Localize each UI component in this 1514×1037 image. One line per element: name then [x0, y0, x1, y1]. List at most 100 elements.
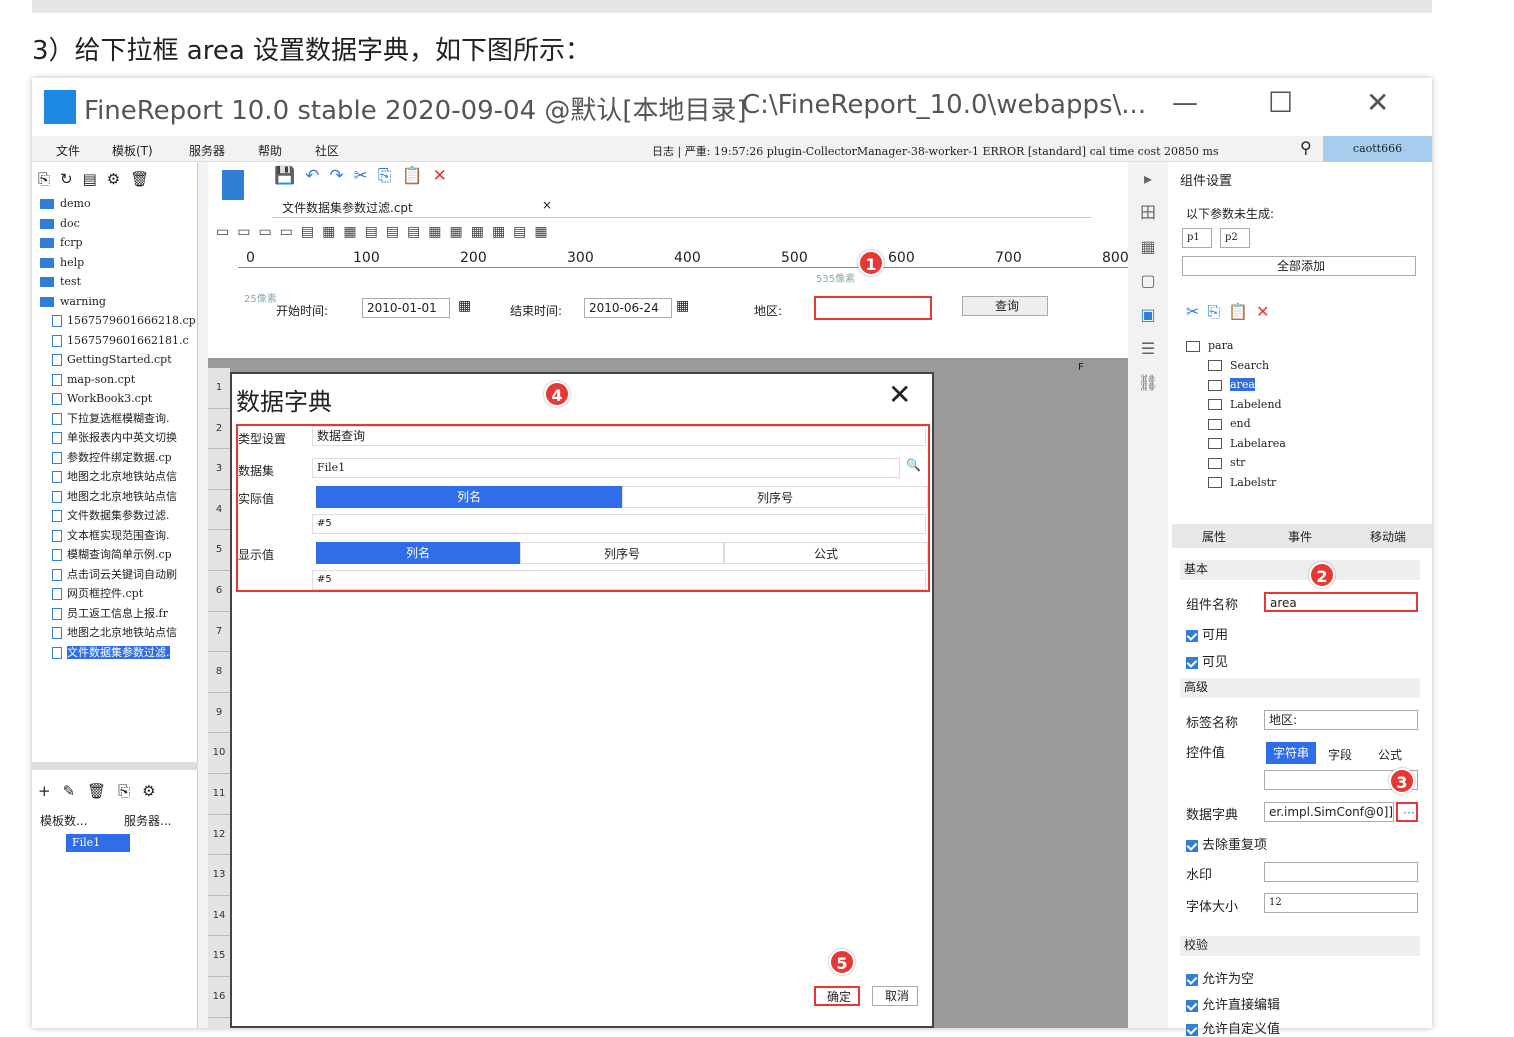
tree-item[interactable]: 1567579601666218.cp	[32, 311, 198, 331]
tree-item[interactable]: fcrp	[32, 233, 198, 253]
calendar-icon[interactable]: ▦	[458, 298, 471, 314]
user-name[interactable]: caott666	[1323, 136, 1432, 162]
tree-item[interactable]: map-son.cpt	[32, 370, 198, 390]
row-header[interactable]: 13	[208, 855, 230, 896]
tree-item[interactable]: help	[32, 253, 198, 273]
widget-tree-item[interactable]: Labelarea	[1186, 434, 1286, 454]
tree-toolbar[interactable]: ⎘↻▤⚙🗑	[38, 170, 159, 188]
tree-item[interactable]: GettingStarted.cpt	[32, 350, 198, 370]
search-icon[interactable]: ⚲	[1300, 138, 1312, 157]
tree-item[interactable]: 单张报表内中英文切换	[32, 428, 198, 448]
tree-item[interactable]: 地图之北京地铁站点信	[32, 467, 198, 487]
tree-item[interactable]: test	[32, 272, 198, 292]
tree-item[interactable]: 文件数据集参数过滤.	[32, 506, 198, 526]
row-header[interactable]: 12	[208, 815, 230, 856]
dedup-checkbox[interactable]: 去除重复项	[1186, 834, 1267, 853]
type-select[interactable]: 数据查询	[312, 426, 926, 446]
dataset-toolbar[interactable]: +✎🗑⎘⚙	[38, 782, 168, 800]
row-header[interactable]: 5	[208, 530, 230, 571]
widget-tree-item[interactable]: Search	[1186, 356, 1286, 376]
log-message[interactable]: 日志 | 严重: 19:57:26 plugin-CollectorManage…	[652, 143, 1219, 159]
row-header[interactable]: 8	[208, 652, 230, 693]
add-all-button[interactable]: 全部添加	[1182, 256, 1416, 276]
display-tab-column-name[interactable]: 列名	[316, 542, 520, 564]
edit-toolbar[interactable]: 💾↶↷✂⎘📋✕	[274, 166, 457, 186]
dataset-select[interactable]: File1	[312, 458, 900, 478]
menu-community[interactable]: 社区	[315, 142, 339, 159]
tree-item[interactable]: 员工返工信息上报.fr	[32, 604, 198, 624]
row-header[interactable]: 6	[208, 571, 230, 612]
tree-item[interactable]: 地图之北京地铁站点信	[32, 623, 198, 643]
row-header[interactable]: 14	[208, 896, 230, 937]
allow-empty-checkbox[interactable]: 允许为空	[1186, 968, 1254, 987]
tree-item[interactable]: 下拉复选框模糊查询.	[32, 409, 198, 429]
font-size-select[interactable]: 12	[1264, 893, 1418, 913]
widget-edit-toolbar[interactable]: ✂⎘📋✕	[1186, 302, 1278, 322]
maximize-button[interactable]: ☐	[1268, 86, 1293, 119]
dict-field[interactable]: er.impl.SimConf@0]]	[1264, 802, 1394, 822]
calendar-icon[interactable]: ▦	[676, 298, 689, 314]
validation-section[interactable]: 校验	[1180, 936, 1420, 956]
tree-item[interactable]: 文件数据集参数过滤.	[32, 643, 198, 663]
tree-item[interactable]: 网页框控件.cpt	[32, 584, 198, 604]
tree-item[interactable]: WorkBook3.cpt	[32, 389, 198, 409]
tree-item[interactable]: 模糊查询简单示例.cp	[32, 545, 198, 565]
end-date-field[interactable]: 2010-06-24	[584, 298, 672, 318]
actual-tab-column-index[interactable]: 列序号	[622, 486, 928, 508]
new-template-icon[interactable]	[222, 170, 244, 200]
name-field[interactable]: area	[1264, 592, 1418, 612]
ok-button[interactable]: 确定	[814, 986, 860, 1006]
menu-help[interactable]: 帮助	[258, 142, 282, 159]
widget-tree-item[interactable]: Labelend	[1186, 395, 1286, 415]
ctrl-tab-formula[interactable]: 公式	[1378, 746, 1402, 763]
tree-item[interactable]: 文本框实现范围查询.	[32, 526, 198, 546]
param-p1[interactable]: p1	[1182, 228, 1212, 248]
enabled-checkbox[interactable]: 可用	[1186, 624, 1228, 643]
tree-item[interactable]: doc	[32, 214, 198, 234]
template-tree[interactable]: demo doc fcrp help test warning 15675796016662…	[32, 194, 198, 662]
tab-properties[interactable]: 属性	[1202, 528, 1226, 545]
menu-template[interactable]: 模板(T)	[112, 142, 153, 159]
splitter[interactable]	[32, 762, 198, 770]
dialog-close-button[interactable]: ✕	[888, 378, 911, 411]
display-value-select[interactable]: #5	[312, 570, 926, 590]
tab-mobile[interactable]: 移动端	[1370, 528, 1406, 545]
widget-tree-item[interactable]: end	[1186, 414, 1286, 434]
tag-field[interactable]: 地区:	[1264, 710, 1418, 730]
menu-file[interactable]: 文件	[56, 142, 80, 159]
area-combobox[interactable]	[814, 296, 932, 320]
tab-template-dataset[interactable]: 模板数...	[40, 812, 87, 829]
ctrl-tab-string[interactable]: 字符串	[1266, 742, 1316, 764]
display-tab-column-index[interactable]: 列序号	[520, 542, 724, 564]
tree-item[interactable]: 地图之北京地铁站点信	[32, 487, 198, 507]
tree-item[interactable]: 1567579601662181.c	[32, 331, 198, 351]
widget-tree[interactable]: para Search area Labelend end Labelarea str Lab…	[1186, 336, 1286, 492]
advanced-section[interactable]: 高级	[1180, 678, 1420, 698]
preview-icon[interactable]: 🔍	[906, 458, 921, 472]
actual-value-select[interactable]: #5	[312, 514, 926, 534]
file-tab-close-icon[interactable]: ×	[542, 198, 552, 212]
display-tab-formula[interactable]: 公式	[724, 542, 928, 564]
row-header[interactable]: 3	[208, 449, 230, 490]
minimize-button[interactable]: —	[1172, 88, 1198, 118]
top-scrollbar[interactable]	[32, 0, 1432, 13]
actual-tab-column-name[interactable]: 列名	[316, 486, 622, 508]
file-tab[interactable]: 文件数据集参数过滤.cpt ×	[272, 194, 1092, 218]
cancel-button[interactable]: 取消	[872, 986, 918, 1006]
row-header[interactable]: 16	[208, 977, 230, 1018]
row-header[interactable]: 9	[208, 693, 230, 734]
widget-tree-item[interactable]: area	[1186, 375, 1286, 395]
tree-item[interactable]: demo	[32, 194, 198, 214]
widget-tree-item[interactable]: str	[1186, 453, 1286, 473]
widget-toolbar[interactable]: ▭▭▭▭▤▦▦▤▤▤▦▦▦▦▤▦	[216, 224, 556, 240]
watermark-field[interactable]	[1264, 862, 1418, 882]
dataset-file1[interactable]: File1	[66, 834, 130, 852]
tab-events[interactable]: 事件	[1288, 528, 1312, 545]
menu-server[interactable]: 服务器	[189, 142, 225, 159]
row-header[interactable]: 15	[208, 936, 230, 977]
dict-more-button[interactable]: ···	[1396, 802, 1418, 822]
side-icon-strip[interactable]: ▸ 田 ▦ ▢ ▣ ☰ ⛓	[1128, 162, 1168, 1028]
row-header[interactable]: 4	[208, 490, 230, 531]
tree-item[interactable]: 点击词云关键词自动刷	[32, 565, 198, 585]
tree-item[interactable]: 参数控件绑定数据.cp	[32, 448, 198, 468]
